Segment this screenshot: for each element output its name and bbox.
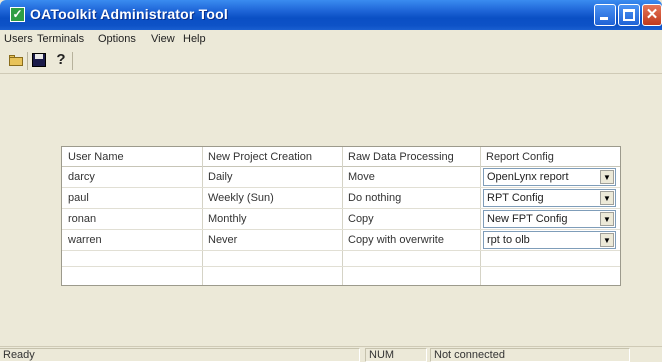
status-text: Ready (0, 348, 360, 362)
cell-user-name: paul (68, 192, 89, 204)
chevron-down-icon[interactable]: ▼ (600, 233, 614, 247)
menu-terminals[interactable]: Terminals (37, 33, 84, 45)
cell-user-name: darcy (68, 171, 95, 183)
close-button[interactable]: ✕ (642, 4, 662, 26)
column-header-new-project-creation[interactable]: New Project Creation (208, 151, 312, 163)
cell-new-project-creation: Weekly (Sun) (208, 192, 274, 204)
menu-bar: Users Terminals Options View Help (0, 30, 662, 48)
toolbar-separator (27, 52, 28, 70)
toolbar: ? (0, 48, 662, 74)
table-row[interactable]: paul Weekly (Sun) Do nothing RPT Config … (62, 188, 620, 209)
cell-raw-data-processing: Copy with overwrite (348, 234, 444, 246)
table-row[interactable]: warren Never Copy with overwrite rpt to … (62, 230, 620, 251)
maximize-icon (623, 9, 635, 21)
menu-users[interactable]: Users (4, 33, 33, 45)
report-config-dropdown[interactable]: rpt to olb ▼ (483, 231, 616, 249)
chevron-down-icon[interactable]: ▼ (600, 191, 614, 205)
menu-help[interactable]: Help (183, 33, 206, 45)
connection-status: Not connected (430, 348, 630, 362)
column-header-raw-data-processing[interactable]: Raw Data Processing (348, 151, 454, 163)
users-grid[interactable]: User Name New Project Creation Raw Data … (61, 146, 621, 286)
cell-raw-data-processing: Copy (348, 213, 374, 225)
toolbar-separator (72, 52, 73, 70)
report-config-value: OpenLynx report (487, 171, 569, 183)
column-header-user-name[interactable]: User Name (68, 151, 124, 163)
close-icon: ✕ (645, 6, 659, 23)
report-config-value: rpt to olb (487, 234, 530, 246)
column-header-report-config[interactable]: Report Config (486, 151, 554, 163)
cell-user-name: warren (68, 234, 102, 246)
cell-raw-data-processing: Move (348, 171, 375, 183)
report-config-dropdown[interactable]: RPT Config ▼ (483, 189, 616, 207)
cell-new-project-creation: Monthly (208, 213, 247, 225)
report-config-dropdown[interactable]: OpenLynx report ▼ (483, 168, 616, 186)
grid-header: User Name New Project Creation Raw Data … (62, 147, 620, 167)
title-bar: ✓ OAToolkit Administrator Tool ✕ (0, 0, 662, 30)
cell-user-name: ronan (68, 213, 97, 225)
status-bar: Ready NUM Not connected (0, 346, 662, 362)
cell-raw-data-processing: Do nothing (348, 192, 402, 204)
menu-view[interactable]: View (151, 33, 175, 45)
cell-new-project-creation: Never (208, 234, 238, 246)
app-checkmark-icon: ✓ (10, 7, 25, 22)
menu-options[interactable]: Options (98, 33, 136, 45)
table-row[interactable]: ronan Monthly Copy New FPT Config ▼ (62, 209, 620, 230)
cell-new-project-creation: Daily (208, 171, 233, 183)
table-row[interactable]: darcy Daily Move OpenLynx report ▼ (62, 167, 620, 188)
chevron-down-icon[interactable]: ▼ (600, 170, 614, 184)
empty-row[interactable] (62, 251, 620, 267)
report-config-value: RPT Config (487, 192, 544, 204)
maximize-button[interactable] (618, 4, 640, 26)
report-config-dropdown[interactable]: New FPT Config ▼ (483, 210, 616, 228)
open-folder-icon[interactable] (8, 51, 26, 69)
minimize-icon (600, 17, 608, 20)
chevron-down-icon[interactable]: ▼ (600, 212, 614, 226)
help-icon[interactable]: ? (52, 51, 70, 69)
num-lock-indicator: NUM (365, 348, 427, 362)
save-icon[interactable] (30, 51, 48, 69)
window-title: OAToolkit Administrator Tool (30, 6, 228, 22)
report-config-value: New FPT Config (487, 213, 568, 225)
minimize-button[interactable] (594, 4, 616, 26)
